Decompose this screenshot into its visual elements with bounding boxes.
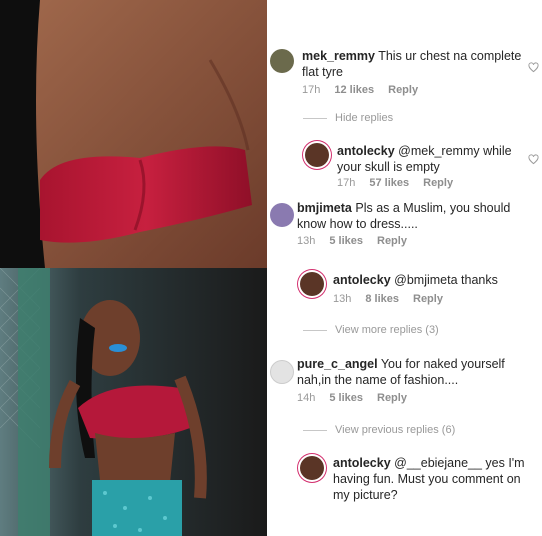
reply-button[interactable]: Reply bbox=[413, 293, 443, 305]
avatar[interactable] bbox=[270, 49, 294, 73]
comment-time: 13h bbox=[297, 235, 316, 247]
toggle-line bbox=[303, 429, 327, 431]
comment-time: 13h bbox=[333, 293, 352, 305]
view-previous-replies-toggle[interactable]: View previous replies (6) bbox=[303, 424, 455, 436]
closeup-illustration bbox=[0, 0, 267, 268]
comment-likes[interactable]: 8 likes bbox=[365, 293, 399, 305]
comment-time: 17h bbox=[337, 177, 356, 189]
comment-time: 17h bbox=[302, 84, 321, 96]
reply-button[interactable]: Reply bbox=[388, 84, 418, 96]
reply-button[interactable]: Reply bbox=[423, 177, 453, 189]
hide-replies-label[interactable]: Hide replies bbox=[335, 112, 393, 124]
avatar[interactable] bbox=[300, 456, 324, 480]
reply-button[interactable]: Reply bbox=[377, 235, 407, 247]
comment-text: bmjimeta Pls as a Muslim, you should kno… bbox=[297, 200, 535, 232]
comment-username[interactable]: antolecky bbox=[333, 273, 391, 287]
toggle-line bbox=[303, 117, 327, 119]
comment-username[interactable]: antolecky bbox=[337, 144, 395, 158]
comment-meta: 13h 8 likes Reply bbox=[333, 293, 443, 305]
heart-icon[interactable] bbox=[528, 154, 539, 165]
comment-likes[interactable]: 12 likes bbox=[334, 84, 374, 96]
toggle-line bbox=[303, 329, 327, 331]
hide-replies-toggle[interactable]: Hide replies bbox=[303, 112, 393, 124]
avatar[interactable] bbox=[270, 360, 294, 384]
fullbody-photo bbox=[0, 268, 267, 536]
view-more-replies-label[interactable]: View more replies (3) bbox=[335, 324, 439, 336]
view-more-replies-toggle[interactable]: View more replies (3) bbox=[303, 324, 439, 336]
comment-meta: 17h 12 likes Reply bbox=[302, 84, 418, 96]
comment-meta: 17h 57 likes Reply bbox=[337, 177, 453, 189]
comment-time: 14h bbox=[297, 392, 316, 404]
avatar[interactable] bbox=[305, 143, 329, 167]
view-previous-replies-label[interactable]: View previous replies (6) bbox=[335, 424, 455, 436]
avatar[interactable] bbox=[270, 203, 294, 227]
comment-username[interactable]: bmjimeta bbox=[297, 201, 352, 215]
comment-meta: 14h 5 likes Reply bbox=[297, 392, 407, 404]
comment-likes[interactable]: 5 likes bbox=[329, 235, 363, 247]
comment-likes[interactable]: 57 likes bbox=[369, 177, 409, 189]
comment-body: @bmjimeta thanks bbox=[394, 273, 498, 287]
heart-icon[interactable] bbox=[528, 62, 539, 73]
comment-text: antolecky @mek_remmy while your skull is… bbox=[337, 143, 517, 175]
avatar[interactable] bbox=[300, 272, 324, 296]
comment-text: mek_remmy This ur chest na complete flat… bbox=[302, 48, 530, 80]
closeup-photo bbox=[0, 0, 267, 268]
comment-likes[interactable]: 5 likes bbox=[329, 392, 363, 404]
comment-meta: 13h 5 likes Reply bbox=[297, 235, 407, 247]
comment-username[interactable]: antolecky bbox=[333, 456, 391, 470]
photo-collage bbox=[0, 0, 267, 536]
comment-username[interactable]: pure_c_angel bbox=[297, 357, 378, 371]
comment-text: antolecky @__ebiejane__ yes I'm having f… bbox=[333, 455, 529, 503]
comment-username[interactable]: mek_remmy bbox=[302, 49, 375, 63]
reply-button[interactable]: Reply bbox=[377, 392, 407, 404]
comment-text: pure_c_angel You for naked yourself nah,… bbox=[297, 356, 535, 388]
comment-text: antolecky @bmjimeta thanks bbox=[333, 272, 523, 288]
fullbody-illustration bbox=[0, 268, 267, 536]
comments-panel[interactable]: mek_remmy This ur chest na complete flat… bbox=[267, 0, 542, 536]
